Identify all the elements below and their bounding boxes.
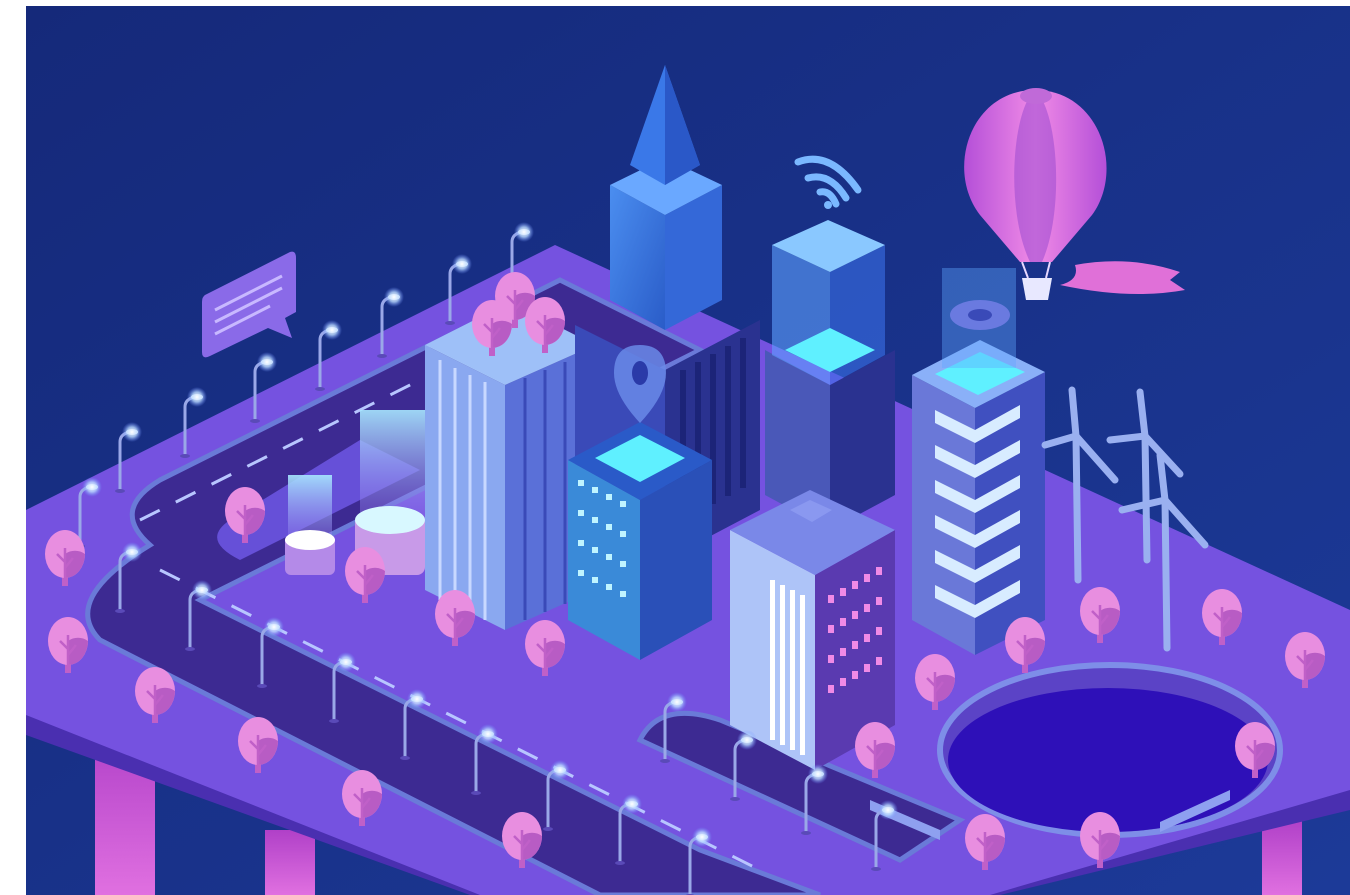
pond — [937, 662, 1283, 838]
gear-icon — [950, 300, 1010, 330]
grid-tower — [568, 422, 712, 660]
glass-cube-tower — [765, 220, 895, 530]
smart-city-illustration — [0, 0, 1350, 895]
